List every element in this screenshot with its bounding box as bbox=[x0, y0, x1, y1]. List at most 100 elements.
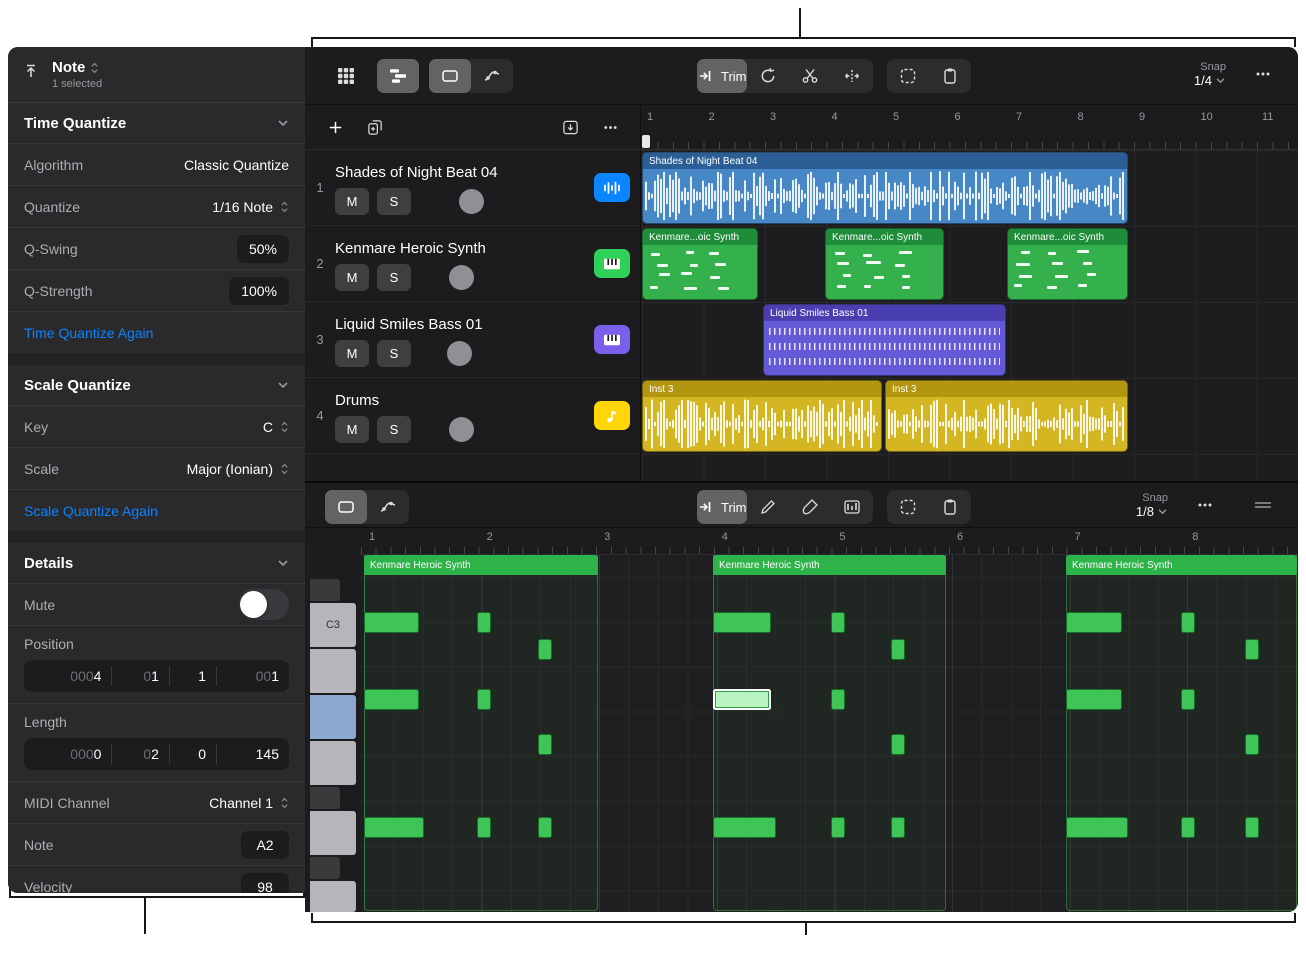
piano-key-selected[interactable] bbox=[310, 695, 356, 739]
music-note-icon[interactable] bbox=[594, 401, 630, 430]
editor-snap-control[interactable]: Snap 1/8 bbox=[1136, 492, 1168, 519]
piano-key-black[interactable] bbox=[310, 787, 340, 809]
piano-key-white[interactable] bbox=[310, 741, 356, 785]
editor-marquee-select-button[interactable] bbox=[887, 490, 929, 524]
editor-pointer-tool-button[interactable] bbox=[325, 490, 367, 524]
midi-note[interactable] bbox=[1181, 689, 1195, 710]
track-row-drums[interactable]: 4DrumsMS bbox=[305, 378, 640, 454]
piano-key-black[interactable] bbox=[310, 579, 340, 601]
midi-note[interactable] bbox=[891, 817, 905, 838]
keyboard-icon[interactable] bbox=[594, 249, 630, 278]
action-time-quantize-again[interactable]: Time Quantize Again bbox=[8, 311, 305, 353]
piano-key-white[interactable] bbox=[310, 811, 356, 855]
region-kenmare-oic-synth[interactable]: Kenmare...oic Synth bbox=[1007, 228, 1128, 300]
solo-button[interactable]: S bbox=[377, 188, 411, 215]
midi-note[interactable] bbox=[891, 734, 905, 755]
track-row-shades-of-night-beat-04[interactable]: 1Shades of Night Beat 04MS bbox=[305, 150, 640, 226]
midi-note[interactable] bbox=[1181, 612, 1195, 633]
field-row-mute[interactable]: Mute bbox=[8, 583, 305, 625]
field-row-q-strength[interactable]: Q-Strength100% bbox=[8, 269, 305, 311]
midi-note[interactable] bbox=[1245, 639, 1259, 660]
field-row-quantize[interactable]: Quantize1/16 Note bbox=[8, 185, 305, 227]
track-header-config-button[interactable] bbox=[552, 112, 588, 142]
add-track-button[interactable] bbox=[317, 112, 353, 142]
region-liquid-smiles-bass-01[interactable]: Liquid Smiles Bass 01 bbox=[763, 304, 1006, 376]
field-row-key[interactable]: KeyC bbox=[8, 405, 305, 447]
editor-region-header[interactable]: Kenmare Heroic Synth bbox=[713, 555, 946, 575]
stepper-icon[interactable] bbox=[280, 200, 289, 214]
piano-key-white[interactable] bbox=[310, 649, 356, 693]
duplicate-track-button[interactable] bbox=[357, 112, 393, 142]
automation-button[interactable] bbox=[471, 59, 513, 93]
keyboard-icon[interactable] bbox=[594, 325, 630, 354]
mute-button[interactable]: M bbox=[335, 416, 369, 443]
chevron-down-icon[interactable] bbox=[277, 381, 289, 389]
midi-note[interactable] bbox=[1181, 817, 1195, 838]
region-kenmare-oic-synth[interactable]: Kenmare...oic Synth bbox=[642, 228, 758, 300]
pencil-tool-button[interactable] bbox=[747, 490, 789, 524]
stepper-icon[interactable] bbox=[280, 420, 289, 434]
region-kenmare-oic-synth[interactable]: Kenmare...oic Synth bbox=[825, 228, 944, 300]
volume-slider[interactable] bbox=[419, 188, 509, 215]
mute-button[interactable]: M bbox=[335, 188, 369, 215]
midi-note[interactable] bbox=[713, 817, 776, 838]
midi-note[interactable] bbox=[1066, 612, 1122, 633]
stepper-icon[interactable] bbox=[280, 462, 289, 476]
editor-automation-button[interactable] bbox=[367, 490, 409, 524]
volume-slider[interactable] bbox=[419, 264, 509, 291]
piano-key-black[interactable] bbox=[310, 857, 340, 879]
midi-note[interactable] bbox=[364, 817, 424, 838]
chevron-down-icon[interactable] bbox=[277, 559, 289, 567]
trim-tool-button[interactable]: Trim bbox=[697, 59, 747, 93]
midi-note[interactable] bbox=[477, 612, 491, 633]
audio-waveform-icon[interactable] bbox=[594, 173, 630, 202]
playhead-marker[interactable] bbox=[642, 135, 650, 148]
midi-note[interactable] bbox=[477, 817, 491, 838]
loop-tool-button[interactable] bbox=[747, 59, 789, 93]
track-row-liquid-smiles-bass-01[interactable]: 3Liquid Smiles Bass 01MS bbox=[305, 302, 640, 378]
midi-note[interactable] bbox=[477, 689, 491, 710]
region-inst-3[interactable]: Inst 3 bbox=[885, 380, 1128, 452]
field-row-velocity[interactable]: Velocity98 bbox=[8, 865, 305, 893]
track-row-kenmare-heroic-synth[interactable]: 2Kenmare Heroic SynthMS bbox=[305, 226, 640, 302]
resize-handle[interactable] bbox=[1242, 488, 1284, 522]
midi-note[interactable] bbox=[1245, 817, 1259, 838]
length-value-field[interactable]: 0000020145 bbox=[24, 738, 289, 770]
field-row-scale[interactable]: ScaleMajor (Ionian) bbox=[8, 447, 305, 489]
midi-note[interactable] bbox=[713, 612, 771, 633]
track-list-more-button[interactable] bbox=[592, 112, 628, 142]
midi-note[interactable] bbox=[1066, 817, 1128, 838]
piano-roll-grid[interactable]: Kenmare Heroic Synth Kenmare Heroic Synth… bbox=[360, 555, 1298, 912]
field-row-q-swing[interactable]: Q-Swing50% bbox=[8, 227, 305, 269]
midi-note[interactable] bbox=[831, 817, 845, 838]
mute-button[interactable]: M bbox=[335, 340, 369, 367]
midi-note[interactable] bbox=[831, 689, 845, 710]
snap-control[interactable]: Snap 1/4 bbox=[1194, 61, 1226, 88]
midi-note[interactable] bbox=[1066, 689, 1122, 710]
midi-note[interactable] bbox=[364, 612, 419, 633]
editor-paste-button[interactable] bbox=[929, 490, 971, 524]
editor-ruler[interactable]: 12345678 bbox=[360, 528, 1298, 555]
midi-note[interactable] bbox=[831, 612, 845, 633]
marquee-select-button[interactable] bbox=[887, 59, 929, 93]
mute-toggle[interactable] bbox=[238, 589, 289, 620]
section-header-scale-quantize[interactable]: Scale Quantize bbox=[8, 365, 305, 405]
section-header-time-quantize[interactable]: Time Quantize bbox=[8, 103, 305, 143]
midi-note[interactable] bbox=[538, 734, 552, 755]
editor-region-header[interactable]: Kenmare Heroic Synth bbox=[1066, 555, 1297, 575]
brush-tool-button[interactable] bbox=[789, 490, 831, 524]
field-row-midi-channel[interactable]: MIDI ChannelChannel 1 bbox=[8, 781, 305, 823]
region-shades-of-night-beat-04[interactable]: Shades of Night Beat 04 bbox=[642, 152, 1128, 224]
piano-key-white[interactable] bbox=[310, 881, 356, 912]
more-options-button[interactable] bbox=[1242, 57, 1284, 91]
volume-slider[interactable] bbox=[419, 340, 509, 367]
paste-button[interactable] bbox=[929, 59, 971, 93]
section-header-details[interactable]: Details bbox=[8, 543, 305, 583]
scissors-tool-button[interactable] bbox=[789, 59, 831, 93]
tracks-ruler[interactable]: 1234567891011 bbox=[640, 105, 1298, 150]
field-row-note[interactable]: NoteA2 bbox=[8, 823, 305, 865]
editor-region-header[interactable]: Kenmare Heroic Synth bbox=[364, 555, 598, 575]
stepper-icon[interactable] bbox=[280, 796, 289, 810]
pointer-tool-button[interactable] bbox=[429, 59, 471, 93]
mute-button[interactable]: M bbox=[335, 264, 369, 291]
